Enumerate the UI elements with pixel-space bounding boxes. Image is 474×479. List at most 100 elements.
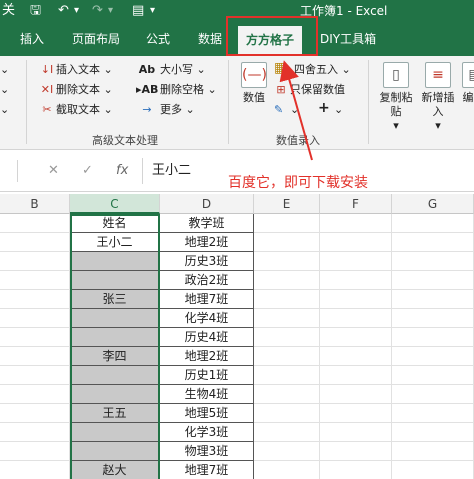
cell-g[interactable] [392, 252, 474, 271]
cell-e[interactable] [254, 347, 320, 366]
cell-name[interactable]: 赵大 [70, 461, 160, 479]
cell-class[interactable]: 历史3班 [160, 252, 254, 271]
cell-e[interactable] [254, 328, 320, 347]
cell-b[interactable] [0, 404, 70, 423]
cell-b[interactable] [0, 328, 70, 347]
cell-g[interactable] [392, 404, 474, 423]
cell-class[interactable]: 地理7班 [160, 461, 254, 479]
cell-name[interactable] [70, 328, 160, 347]
tab-fangfang-gezi[interactable]: 方方格子 [238, 26, 303, 56]
cell-name[interactable]: 王小二 [70, 233, 160, 252]
cell-b[interactable] [0, 385, 70, 404]
cell-class[interactable]: 地理7班 [160, 290, 254, 309]
cell-f[interactable] [320, 347, 392, 366]
cell-class[interactable]: 教学班 [160, 214, 254, 233]
cell-name[interactable] [70, 252, 160, 271]
cell-class[interactable]: 地理2班 [160, 233, 254, 252]
cell-class[interactable]: 地理2班 [160, 347, 254, 366]
remove-spaces-button[interactable]: ▸AB 删除空格 ⌄ [136, 82, 217, 98]
cell-b[interactable] [0, 252, 70, 271]
left-stub-2[interactable]: ⌄ [0, 82, 9, 98]
column-header-g[interactable]: G [392, 194, 474, 214]
edit-icon[interactable]: ✎ [274, 102, 283, 118]
tab-insert[interactable]: 插入 [20, 30, 44, 48]
undo-dropdown-icon[interactable]: ▾ [74, 2, 79, 20]
confirm-icon[interactable]: ✓ [82, 163, 93, 178]
quick-access-extra-icon[interactable]: ▤ [132, 2, 144, 20]
undo-icon[interactable]: ↶ [58, 2, 69, 20]
cell-b[interactable] [0, 290, 70, 309]
column-header-d[interactable]: D [160, 194, 254, 214]
cell-b[interactable] [0, 271, 70, 290]
cell-b[interactable] [0, 233, 70, 252]
cell-f[interactable] [320, 271, 392, 290]
cell-b[interactable] [0, 461, 70, 479]
cell-name[interactable] [70, 385, 160, 404]
cell-e[interactable] [254, 214, 320, 233]
insert-text-button[interactable]: ↓I 插入文本 ⌄ [40, 62, 113, 78]
cell-name[interactable]: 张三 [70, 290, 160, 309]
cell-f[interactable] [320, 404, 392, 423]
cell-f[interactable] [320, 461, 392, 479]
insert-function-icon[interactable]: fx [116, 163, 128, 178]
save-icon[interactable]: 🖫 [30, 2, 41, 20]
cell-class[interactable]: 物理3班 [160, 442, 254, 461]
extract-text-button[interactable]: ✂ 截取文本 ⌄ [40, 102, 112, 118]
cell-g[interactable] [392, 328, 474, 347]
cell-g[interactable] [392, 385, 474, 404]
case-button[interactable]: Ab 大小写 ⌄ [136, 62, 206, 78]
cell-f[interactable] [320, 366, 392, 385]
cell-f[interactable] [320, 309, 392, 328]
tab-diy-toolbox[interactable]: DIY工具箱 [320, 30, 376, 48]
cell-g[interactable] [392, 271, 474, 290]
value-button[interactable]: (—) 数值 [238, 62, 270, 105]
cell-e[interactable] [254, 461, 320, 479]
keep-values-button[interactable]: ⊞ 只保留数值 [274, 82, 345, 98]
cell-class[interactable]: 化学4班 [160, 309, 254, 328]
tab-formulas[interactable]: 公式 [146, 30, 170, 48]
cell-e[interactable] [254, 404, 320, 423]
cell-f[interactable] [320, 252, 392, 271]
left-stub-1[interactable]: ⌄ [0, 62, 9, 78]
cancel-icon[interactable]: ✕ [48, 163, 59, 178]
cell-e[interactable] [254, 385, 320, 404]
cell-name[interactable]: 王五 [70, 404, 160, 423]
redo-icon[interactable]: ↷ [92, 2, 103, 20]
delete-text-button[interactable]: ✕I 删除文本 ⌄ [40, 82, 113, 98]
edit-stub-button[interactable]: ▤ 编 [462, 62, 474, 105]
app-icon[interactable]: 关 [2, 2, 15, 20]
cell-name[interactable] [70, 309, 160, 328]
formula-input[interactable]: 王小二 [152, 162, 191, 180]
cell-e[interactable] [254, 366, 320, 385]
cell-g[interactable] [392, 366, 474, 385]
cell-g[interactable] [392, 233, 474, 252]
plus-icon[interactable]: + [318, 100, 330, 116]
cell-b[interactable] [0, 442, 70, 461]
cell-g[interactable] [392, 309, 474, 328]
cell-f[interactable] [320, 442, 392, 461]
tab-page-layout[interactable]: 页面布局 [72, 30, 120, 48]
plus-dropdown-icon[interactable]: ⌄ [334, 102, 343, 118]
column-header-e[interactable]: E [254, 194, 320, 214]
cell-f[interactable] [320, 423, 392, 442]
more-button[interactable]: → 更多 ⌄ [136, 102, 194, 118]
round-button[interactable]: 四舍五入 ⌄ [294, 62, 351, 78]
cell-class[interactable]: 地理5班 [160, 404, 254, 423]
column-header-b[interactable]: B [0, 194, 70, 214]
cell-e[interactable] [254, 271, 320, 290]
cell-g[interactable] [392, 290, 474, 309]
cell-class[interactable]: 化学3班 [160, 423, 254, 442]
cell-name[interactable] [70, 442, 160, 461]
cell-b[interactable] [0, 309, 70, 328]
cell-b[interactable] [0, 366, 70, 385]
cell-g[interactable] [392, 442, 474, 461]
cell-name[interactable] [70, 366, 160, 385]
column-header-f[interactable]: F [320, 194, 392, 214]
tab-data[interactable]: 数据 [198, 30, 222, 48]
new-insert-button[interactable]: ≡ 新增插入 ▾ [418, 62, 458, 133]
cell-f[interactable] [320, 233, 392, 252]
cell-g[interactable] [392, 423, 474, 442]
cell-class[interactable]: 历史1班 [160, 366, 254, 385]
cell-f[interactable] [320, 328, 392, 347]
copy-paste-button[interactable]: ▯ 复制粘贴 ▾ [376, 62, 416, 133]
